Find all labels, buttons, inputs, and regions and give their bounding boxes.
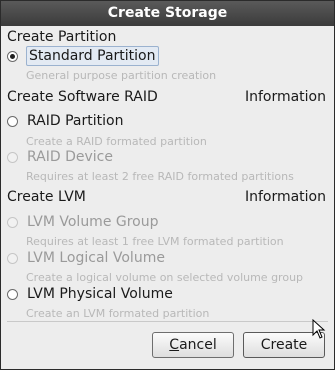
cancel-label-rest: ancel xyxy=(179,337,217,353)
radio-lvm-volume-group xyxy=(7,217,18,228)
radio-raid-partition[interactable] xyxy=(7,116,18,127)
option-label-raid-partition: RAID Partition xyxy=(27,113,124,129)
button-separator xyxy=(7,321,328,322)
option-desc-raid-device: Requires at least 2 free RAID formated p… xyxy=(26,170,294,183)
option-label-lvm-logical-volume: LVM Logical Volume xyxy=(27,250,165,266)
radio-standard-partition[interactable] xyxy=(7,51,18,62)
option-label-lvm-volume-group: LVM Volume Group xyxy=(27,214,159,230)
radio-raid-device xyxy=(7,152,18,163)
radio-lvm-logical-volume xyxy=(7,253,18,264)
option-desc-lvm-volume-group: Requires at least 1 free LVM formated pa… xyxy=(26,235,284,248)
mouse-pointer-icon xyxy=(312,319,326,339)
option-label-raid-device: RAID Device xyxy=(27,149,113,165)
dialog-body: Create Partition Standard Partition Gene… xyxy=(1,26,334,369)
option-desc-standard-partition: General purpose partition creation xyxy=(26,69,217,82)
cancel-button[interactable]: Cancel xyxy=(152,332,234,358)
cancel-mnemonic: C xyxy=(169,337,180,353)
radio-lvm-physical-volume[interactable] xyxy=(7,289,18,300)
lvm-information-link[interactable]: Information xyxy=(245,189,326,205)
option-label-standard-partition: Standard Partition xyxy=(26,46,159,66)
option-desc-lvm-physical-volume: Create an LVM formated partition xyxy=(26,307,210,320)
option-desc-raid-partition: Create a RAID formated partition xyxy=(26,135,207,148)
section-label-partition: Create Partition xyxy=(7,29,117,45)
option-desc-lvm-logical-volume: Create a logical volume on selected volu… xyxy=(26,271,304,284)
option-label-lvm-physical-volume: LVM Physical Volume xyxy=(27,286,173,302)
section-label-lvm: Create LVM xyxy=(7,189,86,205)
dialog-title: Create Storage xyxy=(1,1,334,26)
raid-information-link[interactable]: Information xyxy=(245,89,326,105)
create-storage-dialog: Create Storage Create Partition Standard… xyxy=(0,0,335,370)
section-label-raid: Create Software RAID xyxy=(7,89,158,105)
